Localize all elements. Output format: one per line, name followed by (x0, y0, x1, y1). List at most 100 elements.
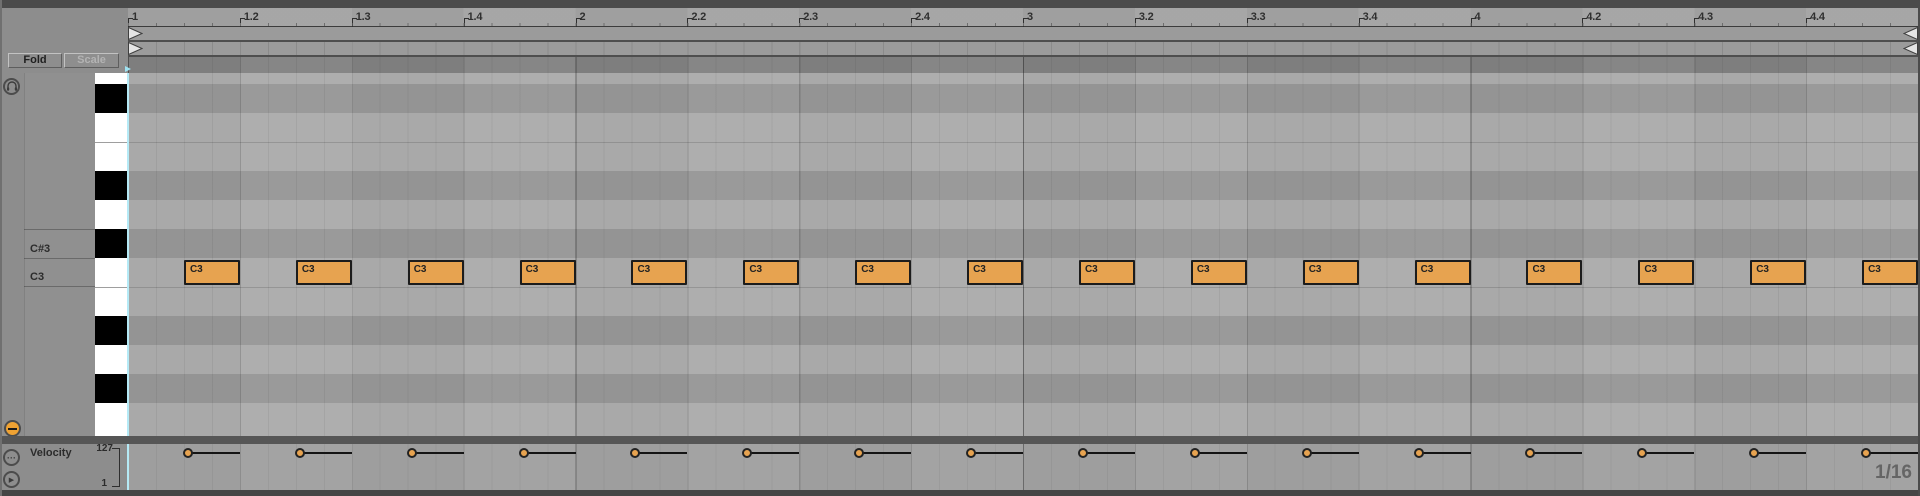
midi-note[interactable]: C3 (1526, 260, 1583, 285)
piano-key-cs3[interactable] (95, 229, 127, 258)
midi-note[interactable]: C3 (519, 260, 576, 285)
midi-note[interactable]: C3 (631, 260, 688, 285)
piano-key-g2[interactable] (95, 403, 127, 436)
piano-key-f3[interactable] (95, 113, 127, 142)
midi-note[interactable]: C3 (967, 260, 1023, 285)
midi-note[interactable]: C3 (183, 260, 240, 285)
piano-key-c3[interactable] (95, 258, 127, 287)
velocity-stem (1530, 452, 1583, 455)
ruler-beat-label: 3.2 (1138, 11, 1154, 23)
midi-note[interactable]: C3 (743, 260, 800, 285)
velocity-lane[interactable] (128, 444, 1918, 490)
note-row-label (24, 316, 95, 345)
midi-note[interactable]: C3 (1862, 260, 1918, 285)
velocity-marker[interactable] (1077, 448, 1088, 459)
velocity-range-bracket (119, 448, 120, 487)
velocity-marker[interactable] (182, 448, 193, 459)
lane-options-button[interactable]: ··· (3, 449, 20, 466)
velocity-stem (859, 452, 912, 455)
piano-key-d3[interactable] (95, 200, 127, 229)
piano-key-gs2[interactable] (95, 374, 127, 403)
grid-row-f3[interactable] (128, 113, 1918, 142)
velocity-max-value: 127 (96, 443, 113, 454)
velocity-marker[interactable] (630, 448, 641, 459)
top-frame-bar (0, 0, 1920, 8)
velocity-marker[interactable] (406, 448, 417, 459)
velocity-stem (1418, 452, 1471, 455)
grid-row-b2[interactable] (128, 287, 1918, 316)
midi-note[interactable]: C3 (1638, 260, 1695, 285)
velocity-lane-divider[interactable] (0, 436, 1920, 444)
piano-key-g3[interactable] (95, 73, 127, 84)
grid-row-g3[interactable] (128, 73, 1918, 84)
loop-start-marker-icon[interactable] (128, 27, 143, 40)
velocity-marker[interactable] (294, 448, 305, 459)
velocity-marker[interactable] (1301, 448, 1312, 459)
velocity-marker[interactable] (1413, 448, 1424, 459)
velocity-marker[interactable] (1749, 448, 1760, 459)
velocity-stem (1306, 452, 1359, 455)
play-icon: ▶ (8, 476, 15, 484)
insert-marker-icon[interactable] (125, 66, 131, 72)
note-row-label (24, 287, 95, 316)
midi-note[interactable]: C3 (1302, 260, 1359, 285)
velocity-stem (1194, 452, 1247, 455)
loop-end-marker-icon[interactable] (1903, 27, 1918, 40)
note-row-label (24, 374, 95, 403)
insert-marker-line-velocity (126, 444, 129, 490)
ruler-beat-label: 3 (1027, 11, 1033, 23)
grid-row-e3[interactable] (128, 142, 1918, 171)
note-row-label (24, 200, 95, 229)
midi-note[interactable]: C3 (855, 260, 912, 285)
velocity-stem (747, 452, 800, 455)
ruler-beat-label: 1.4 (467, 11, 483, 23)
piano-key-e3[interactable] (95, 142, 127, 171)
clip-end-marker-icon[interactable] (1903, 42, 1918, 55)
midi-note[interactable]: C3 (1750, 260, 1807, 285)
beat-time-ruler[interactable]: 1 1.2 1.3 1.4 2 2.2 2.3 2.4 3 3.2 3.3 3.4 4 4.2 4.3 4.4 (128, 8, 1918, 27)
midi-note[interactable]: C3 (1078, 260, 1135, 285)
grid-row-as2[interactable] (128, 316, 1918, 345)
grid-row-a2[interactable] (128, 345, 1918, 374)
piano-key-as2[interactable] (95, 316, 127, 345)
lane-play-button[interactable]: ▶ (3, 471, 20, 488)
grid-row-d3[interactable] (128, 200, 1918, 229)
velocity-marker[interactable] (1189, 448, 1200, 459)
velocity-marker[interactable] (742, 448, 753, 459)
grid-row-ds3[interactable] (128, 171, 1918, 200)
velocity-lane-toggle-button[interactable] (4, 420, 21, 437)
piano-key-fs3[interactable] (95, 84, 127, 113)
piano-key-ds3[interactable] (95, 171, 127, 200)
grid-row-fs3[interactable] (128, 84, 1918, 113)
note-grid[interactable]: C3 C3 C3 C3 C3 C3 C3 C3 C3 C3 C3 C3 C3 C3 C3 C3 (128, 73, 1918, 436)
velocity-stem (1866, 452, 1918, 455)
piano-keyboard[interactable] (95, 73, 127, 436)
velocity-marker[interactable] (1525, 448, 1536, 459)
midi-note[interactable]: C3 (407, 260, 464, 285)
velocity-marker[interactable] (1637, 448, 1648, 459)
grid-row-gs2[interactable] (128, 374, 1918, 403)
scale-button[interactable]: Scale (64, 53, 119, 68)
velocity-marker[interactable] (966, 448, 977, 459)
piano-key-a2[interactable] (95, 345, 127, 374)
velocity-marker[interactable] (854, 448, 865, 459)
note-row-label (24, 113, 95, 142)
velocity-min-value: 1 (101, 478, 107, 489)
preview-headphone-button[interactable] (3, 78, 20, 95)
left-frame-edge (0, 0, 2, 496)
velocity-marker[interactable] (518, 448, 529, 459)
start-end-marker-lane[interactable] (128, 42, 1918, 57)
clip-start-marker-icon[interactable] (128, 42, 143, 55)
grid-row-g2[interactable] (128, 403, 1918, 436)
scrub-area[interactable] (128, 57, 1918, 73)
velocity-marker[interactable] (1861, 448, 1872, 459)
note-row-label (24, 73, 95, 84)
fold-button[interactable]: Fold (8, 53, 62, 68)
loop-brace-lane[interactable] (128, 27, 1918, 42)
midi-note[interactable]: C3 (1414, 260, 1471, 285)
grid-row-cs3[interactable] (128, 229, 1918, 258)
ruler-beat-label: 4.3 (1698, 11, 1713, 23)
piano-key-b2[interactable] (95, 287, 127, 316)
midi-note[interactable]: C3 (1190, 260, 1247, 285)
midi-note[interactable]: C3 (295, 260, 352, 285)
